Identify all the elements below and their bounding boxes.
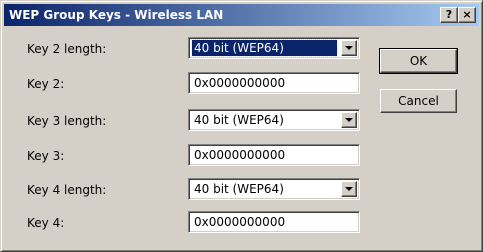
key4-length-value: 40 bit (WEP64) <box>194 182 284 196</box>
chevron-down-icon <box>345 187 353 191</box>
key2-length-select[interactable]: 40 bit (WEP64) <box>188 37 360 59</box>
key3-value: 0x0000000000 <box>194 148 286 162</box>
key3-length-value: 40 bit (WEP64) <box>194 113 284 127</box>
title-bar[interactable]: WEP Group Keys - Wireless LAN ? × <box>4 4 479 26</box>
key2-label: Key 2: <box>27 77 65 91</box>
dialog-window: WEP Group Keys - Wireless LAN ? × Key 2 … <box>0 0 483 252</box>
key2-length-dropdown-button[interactable] <box>341 40 357 56</box>
key3-input[interactable]: 0x0000000000 <box>188 144 360 166</box>
chevron-down-icon <box>345 118 353 122</box>
key4-value: 0x0000000000 <box>194 215 286 229</box>
cancel-button[interactable]: Cancel <box>380 89 457 113</box>
close-button[interactable]: × <box>458 7 476 23</box>
key4-length-dropdown-button[interactable] <box>341 181 357 197</box>
key3-length-dropdown-button[interactable] <box>341 112 357 128</box>
ok-button[interactable]: OK <box>379 48 458 74</box>
key4-length-select[interactable]: 40 bit (WEP64) <box>188 178 360 200</box>
key4-length-label: Key 4 length: <box>27 183 107 197</box>
key4-label: Key 4: <box>27 216 65 230</box>
key3-length-label: Key 3 length: <box>27 114 107 128</box>
key2-input[interactable]: 0x0000000000 <box>188 72 360 94</box>
key2-length-label: Key 2 length: <box>27 42 107 56</box>
chevron-down-icon <box>345 46 353 50</box>
key3-length-select[interactable]: 40 bit (WEP64) <box>188 109 360 131</box>
key3-label: Key 3: <box>27 149 65 163</box>
key2-length-value: 40 bit (WEP64) <box>191 39 338 57</box>
help-button[interactable]: ? <box>440 7 458 23</box>
key4-input[interactable]: 0x0000000000 <box>188 211 360 233</box>
window-title: WEP Group Keys - Wireless LAN <box>9 8 224 22</box>
key2-value: 0x0000000000 <box>194 76 286 90</box>
